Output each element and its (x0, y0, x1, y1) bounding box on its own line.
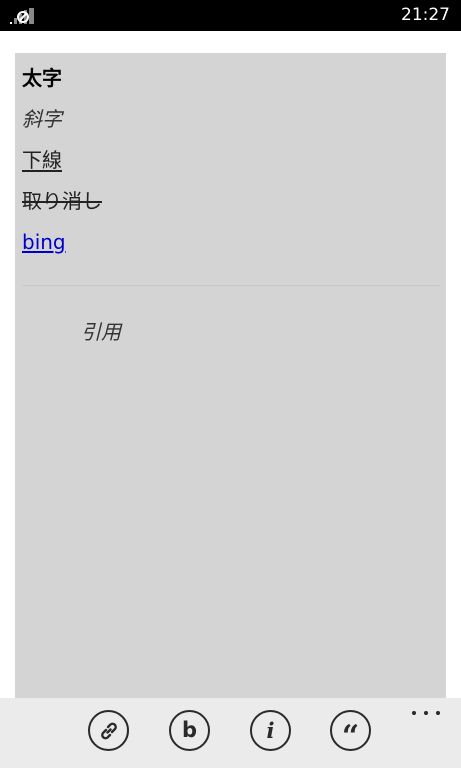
underline-text: 下線 (22, 148, 62, 172)
bold-text: 太字 (22, 66, 62, 90)
blockquote-text: 引用 (81, 320, 121, 344)
dot (424, 711, 428, 715)
bold-icon: b (181, 718, 198, 742)
no-signal-icon (10, 8, 34, 24)
bing-link[interactable]: bing (22, 229, 66, 255)
rich-text-editor[interactable]: 太字 斜字 下線 取り消し bing 引用 (15, 53, 446, 698)
strikethrough-text: 取り消し (22, 189, 102, 213)
dot (412, 711, 416, 715)
bold-button[interactable]: b (169, 710, 210, 751)
italic-text: 斜字 (22, 107, 62, 131)
quote-icon: “ (341, 718, 360, 754)
italic-button[interactable]: i (250, 710, 291, 751)
app-bar: b i “ (0, 698, 461, 768)
divider (22, 285, 440, 286)
status-bar: 21:27 (0, 0, 461, 31)
status-clock: 21:27 (401, 5, 450, 25)
link-icon (100, 722, 117, 739)
italic-icon: i (266, 718, 275, 743)
quote-button[interactable]: “ (330, 710, 371, 751)
dot (436, 711, 440, 715)
ellipsis-icon[interactable] (412, 708, 440, 718)
insert-link-button[interactable] (88, 710, 129, 751)
